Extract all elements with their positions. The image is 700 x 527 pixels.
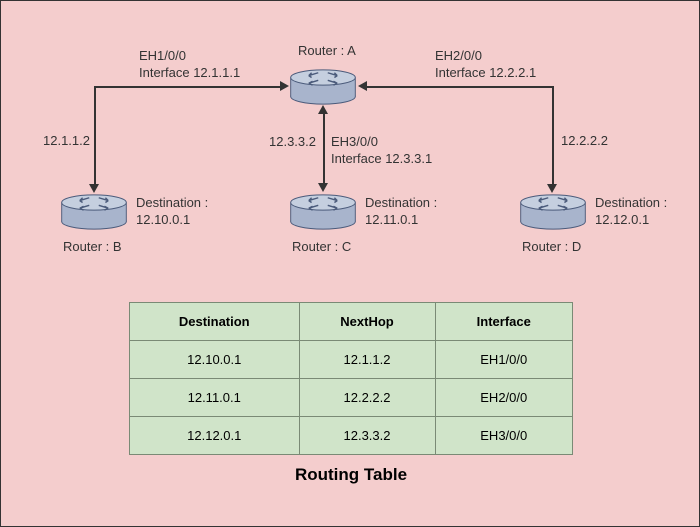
link-ad-label: EH2/0/0 Interface 12.2.2.1 (435, 48, 536, 82)
col-interface: Interface (435, 303, 572, 341)
link-ab-label: EH1/0/0 Interface 12.1.1.1 (139, 48, 240, 82)
link-ac-hop: 12.3.3.2 (269, 134, 316, 151)
link-ad-v (552, 86, 554, 186)
cell-iface: EH1/0/0 (435, 341, 572, 379)
link-ad-h (363, 86, 553, 88)
arrow-icon (547, 184, 557, 193)
link-ac-label: EH3/0/0 Interface 12.3.3.1 (331, 134, 432, 168)
dest-value: 12.12.0.1 (595, 212, 649, 227)
router-d-label: Router : D (522, 239, 581, 256)
router-b-label: Router : B (63, 239, 122, 256)
link-ab-v (94, 86, 96, 186)
cell-dest: 12.12.0.1 (130, 417, 300, 455)
table-row: 12.11.0.1 12.2.2.2 EH2/0/0 (130, 379, 573, 417)
cell-next: 12.3.3.2 (299, 417, 435, 455)
router-c-icon (288, 193, 358, 231)
link-ab-h (94, 86, 282, 88)
dest-label: Destination : (595, 195, 667, 210)
router-d-dest: Destination : 12.12.0.1 (595, 195, 667, 229)
router-b-icon (59, 193, 129, 231)
col-destination: Destination (130, 303, 300, 341)
router-a-label: Router : A (298, 43, 356, 60)
link-ab-hop: 12.1.1.2 (43, 133, 90, 150)
routing-table-wrap: Destination NextHop Interface 12.10.0.1 … (129, 302, 573, 485)
dest-value: 12.10.0.1 (136, 212, 190, 227)
interface-ip: Interface 12.3.3.1 (331, 151, 432, 166)
interface-name: EH3/0/0 (331, 134, 378, 149)
cell-dest: 12.10.0.1 (130, 341, 300, 379)
arrow-icon (318, 105, 328, 114)
router-a-icon (288, 68, 358, 106)
router-c-dest: Destination : 12.11.0.1 (365, 195, 437, 229)
arrow-icon (89, 184, 99, 193)
interface-name: EH1/0/0 (139, 48, 186, 63)
cell-next: 12.1.1.2 (299, 341, 435, 379)
table-row: 12.10.0.1 12.1.1.2 EH1/0/0 (130, 341, 573, 379)
cell-iface: EH3/0/0 (435, 417, 572, 455)
table-title: Routing Table (129, 465, 573, 485)
cell-dest: 12.11.0.1 (130, 379, 300, 417)
table-header-row: Destination NextHop Interface (130, 303, 573, 341)
link-ac-v (323, 111, 325, 185)
routing-table: Destination NextHop Interface 12.10.0.1 … (129, 302, 573, 455)
table-row: 12.12.0.1 12.3.3.2 EH3/0/0 (130, 417, 573, 455)
router-d-icon (518, 193, 588, 231)
interface-ip: Interface 12.1.1.1 (139, 65, 240, 80)
arrow-icon (280, 81, 289, 91)
link-ad-hop: 12.2.2.2 (561, 133, 608, 150)
interface-name: EH2/0/0 (435, 48, 482, 63)
diagram-canvas: Router : A Router : B Destination : 12.1… (0, 0, 700, 527)
arrow-icon (318, 183, 328, 192)
cell-iface: EH2/0/0 (435, 379, 572, 417)
interface-ip: Interface 12.2.2.1 (435, 65, 536, 80)
dest-label: Destination : (136, 195, 208, 210)
cell-next: 12.2.2.2 (299, 379, 435, 417)
col-nexthop: NextHop (299, 303, 435, 341)
arrow-icon (358, 81, 367, 91)
dest-label: Destination : (365, 195, 437, 210)
router-b-dest: Destination : 12.10.0.1 (136, 195, 208, 229)
router-c-label: Router : C (292, 239, 351, 256)
dest-value: 12.11.0.1 (365, 212, 418, 227)
